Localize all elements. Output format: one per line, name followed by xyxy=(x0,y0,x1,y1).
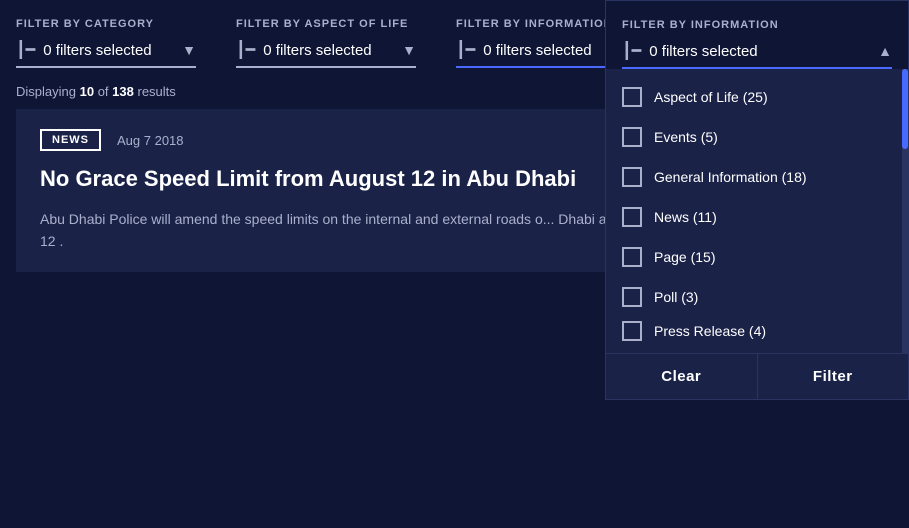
checkbox-item-aspect-of-life[interactable]: Aspect of Life (25) xyxy=(606,77,908,117)
filter-aspect-icon: ┃━ xyxy=(236,40,255,60)
checkbox-news[interactable] xyxy=(622,207,642,227)
filter-category-dropdown[interactable]: ┃━ 0 filters selected ▼ xyxy=(16,40,196,68)
results-count: 10 xyxy=(80,84,94,99)
filter-info-text: 0 filters selected xyxy=(483,42,591,59)
filter-info-icon: ┃━ xyxy=(456,40,475,60)
checkbox-label-press-release: Press Release (4) xyxy=(654,323,766,339)
filter-category-label: FILTER BY CATEGORY xyxy=(16,18,196,30)
checkbox-list: Aspect of Life (25) Events (5) General I… xyxy=(606,69,908,353)
dropdown-footer: Clear Filter xyxy=(606,353,908,399)
checkbox-label-events: Events (5) xyxy=(654,129,718,145)
checkbox-item-events[interactable]: Events (5) xyxy=(606,117,908,157)
filter-category-chevron: ▼ xyxy=(182,42,196,58)
scrollbar-thumb[interactable] xyxy=(902,69,908,149)
dropdown-panel-label: FILTER BY INFORMATION xyxy=(622,19,892,31)
checkbox-item-page[interactable]: Page (15) xyxy=(606,237,908,277)
filter-aspect-text: 0 filters selected xyxy=(263,42,371,59)
checkbox-label-news: News (11) xyxy=(654,209,717,225)
results-of: of xyxy=(98,84,109,99)
clear-button[interactable]: Clear xyxy=(606,354,758,399)
filter-aspect-chevron: ▼ xyxy=(402,42,416,58)
checkbox-label-poll: Poll (3) xyxy=(654,289,698,305)
checkbox-label-aspect-of-life: Aspect of Life (25) xyxy=(654,89,768,105)
filter-category-text: 0 filters selected xyxy=(43,42,151,59)
filter-aspect-dropdown[interactable]: ┃━ 0 filters selected ▼ xyxy=(236,40,416,68)
checkbox-poll[interactable] xyxy=(622,287,642,307)
filter-category-icon: ┃━ xyxy=(16,40,35,60)
checkbox-label-general-information: General Information (18) xyxy=(654,169,807,185)
results-prefix: Displaying xyxy=(16,84,76,99)
checkbox-label-page: Page (15) xyxy=(654,249,715,265)
filter-group-aspect: FILTER BY ASPECT OF LIFE ┃━ 0 filters se… xyxy=(236,18,416,68)
checkbox-press-release[interactable] xyxy=(622,321,642,341)
checkbox-events[interactable] xyxy=(622,127,642,147)
checkbox-general-information[interactable] xyxy=(622,167,642,187)
filter-group-category: FILTER BY CATEGORY ┃━ 0 filters selected… xyxy=(16,18,196,68)
dropdown-panel-text: 0 filters selected xyxy=(649,43,757,60)
filter-button[interactable]: Filter xyxy=(758,354,909,399)
information-dropdown-panel: FILTER BY INFORMATION ┃━ 0 filters selec… xyxy=(605,0,909,400)
checkbox-item-news[interactable]: News (11) xyxy=(606,197,908,237)
article-badge: NEWS xyxy=(40,129,101,151)
checkbox-item-press-release[interactable]: Press Release (4) xyxy=(606,317,908,345)
article-date: Aug 7 2018 xyxy=(117,133,184,148)
dropdown-panel-icon: ┃━ xyxy=(622,41,641,61)
dropdown-panel-chevron: ▲ xyxy=(878,43,892,59)
checkbox-aspect-of-life[interactable] xyxy=(622,87,642,107)
checkbox-item-general-information[interactable]: General Information (18) xyxy=(606,157,908,197)
results-total: 138 xyxy=(112,84,134,99)
filter-aspect-label: FILTER BY ASPECT OF LIFE xyxy=(236,18,416,30)
checkbox-page[interactable] xyxy=(622,247,642,267)
results-suffix: results xyxy=(138,84,176,99)
checkbox-item-poll[interactable]: Poll (3) xyxy=(606,277,908,317)
scrollbar-track xyxy=(902,69,908,353)
dropdown-panel-selected[interactable]: ┃━ 0 filters selected ▲ xyxy=(622,41,892,69)
